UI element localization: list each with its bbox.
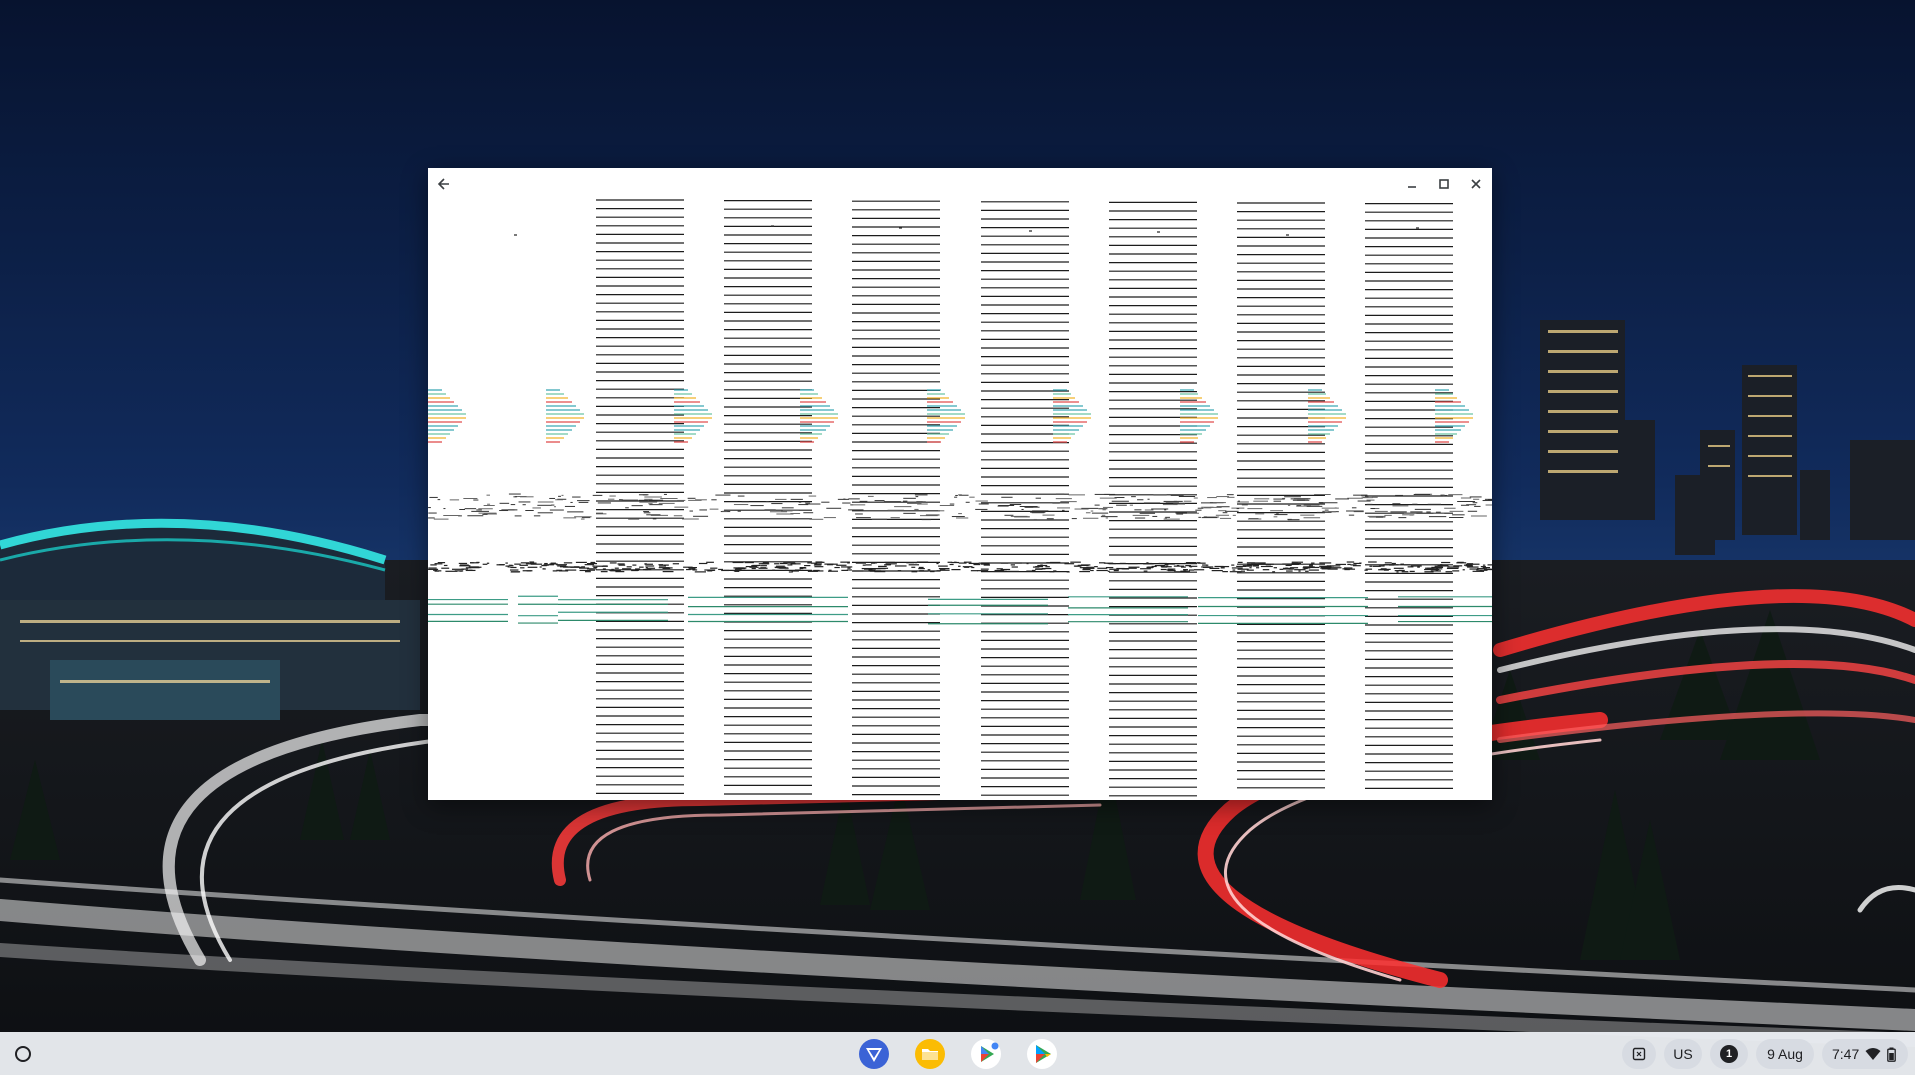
maximize-button[interactable]	[1432, 172, 1456, 196]
window-titlebar[interactable]	[428, 168, 1492, 198]
status-area[interactable]: 7:47	[1822, 1039, 1908, 1069]
close-button[interactable]	[1464, 172, 1488, 196]
play-games-icon	[971, 1039, 1001, 1069]
notification-count-badge: 1	[1720, 1045, 1738, 1063]
date-label: 9 Aug	[1767, 1046, 1803, 1062]
play-store-icon	[1027, 1039, 1057, 1069]
blue-triangle-logo-icon	[859, 1039, 889, 1069]
screen-capture-button[interactable]	[1622, 1039, 1656, 1069]
date-indicator[interactable]: 9 Aug	[1756, 1039, 1814, 1069]
minimize-button[interactable]	[1400, 172, 1424, 196]
shelf-app-play-store[interactable]	[1025, 1037, 1059, 1071]
keyboard-layout-indicator[interactable]: US	[1664, 1039, 1702, 1069]
folder-icon	[915, 1039, 945, 1069]
app-window[interactable]	[428, 168, 1492, 800]
shelf-app-files[interactable]	[913, 1037, 947, 1071]
launcher-button[interactable]	[10, 1041, 36, 1067]
wifi-icon	[1865, 1048, 1881, 1060]
screen-capture-icon	[1632, 1047, 1646, 1061]
battery-icon	[1887, 1047, 1897, 1062]
close-icon	[1471, 179, 1481, 189]
shelf: US 1 9 Aug 7:47	[0, 1032, 1915, 1075]
notification-counter[interactable]: 1	[1710, 1039, 1748, 1069]
launcher-circle-icon	[15, 1046, 31, 1062]
shelf-app-play-games[interactable]	[969, 1037, 1003, 1071]
stadium	[0, 518, 420, 720]
shelf-app-tail[interactable]	[857, 1037, 891, 1071]
arrow-left-icon	[437, 178, 449, 190]
maximize-icon	[1439, 179, 1449, 189]
time-label: 7:47	[1832, 1046, 1860, 1062]
back-button[interactable]	[432, 172, 456, 196]
keyboard-layout-label: US	[1673, 1046, 1693, 1062]
minimize-icon	[1408, 186, 1416, 188]
glitched-content	[428, 199, 1492, 797]
